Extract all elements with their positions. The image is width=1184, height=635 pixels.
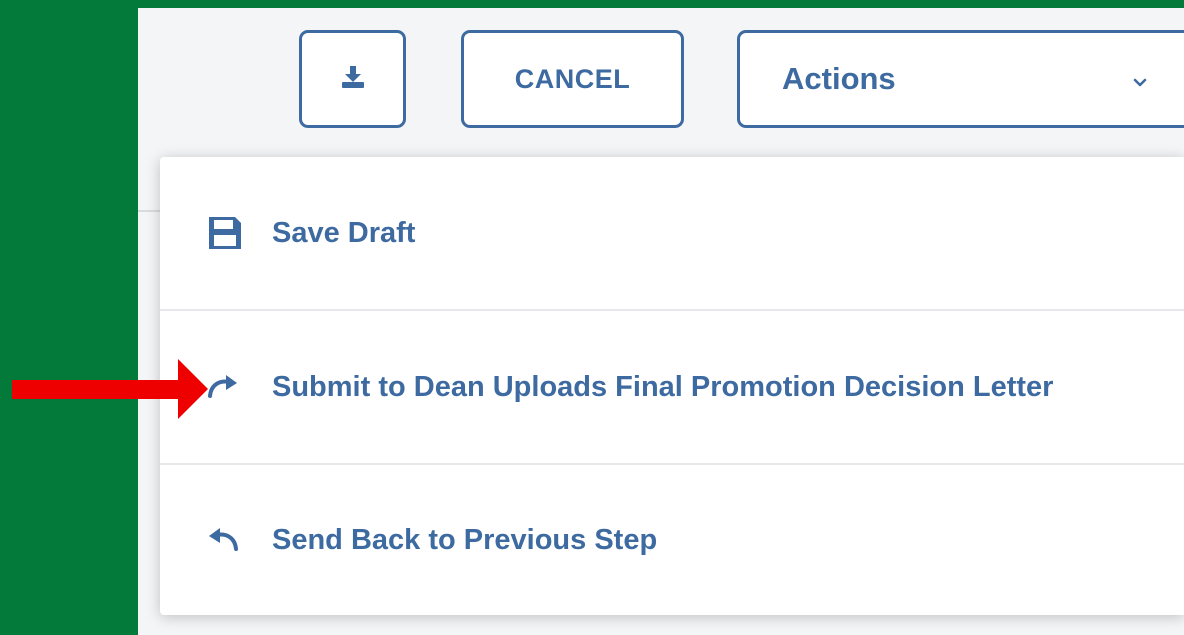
red-pointer-arrow-icon [12, 359, 208, 424]
menu-item-save-draft[interactable]: Save Draft [160, 157, 1184, 309]
redo-arrow-icon [206, 367, 246, 407]
actions-menu: Save Draft Submit to Dean Uploads Final … [160, 157, 1184, 615]
download-button[interactable] [299, 30, 406, 128]
menu-item-label: Send Back to Previous Step [272, 523, 658, 556]
menu-item-submit-to-dean[interactable]: Submit to Dean Uploads Final Promotion D… [160, 309, 1184, 463]
actions-dropdown[interactable]: Actions [737, 30, 1184, 128]
chevron-down-icon [1132, 61, 1148, 97]
download-tray-icon [340, 64, 366, 95]
menu-item-label: Submit to Dean Uploads Final Promotion D… [272, 370, 1054, 403]
screenshot-frame: CANCEL Actions Save Draft Submit to Dean… [0, 0, 1184, 635]
cancel-button-label: CANCEL [514, 63, 631, 94]
actions-dropdown-label: Actions [782, 61, 896, 96]
floppy-disk-icon [206, 213, 246, 253]
cancel-button[interactable]: CANCEL [461, 30, 684, 128]
undo-arrow-icon [206, 520, 246, 560]
menu-item-label: Save Draft [272, 216, 416, 249]
menu-item-send-back[interactable]: Send Back to Previous Step [160, 463, 1184, 615]
